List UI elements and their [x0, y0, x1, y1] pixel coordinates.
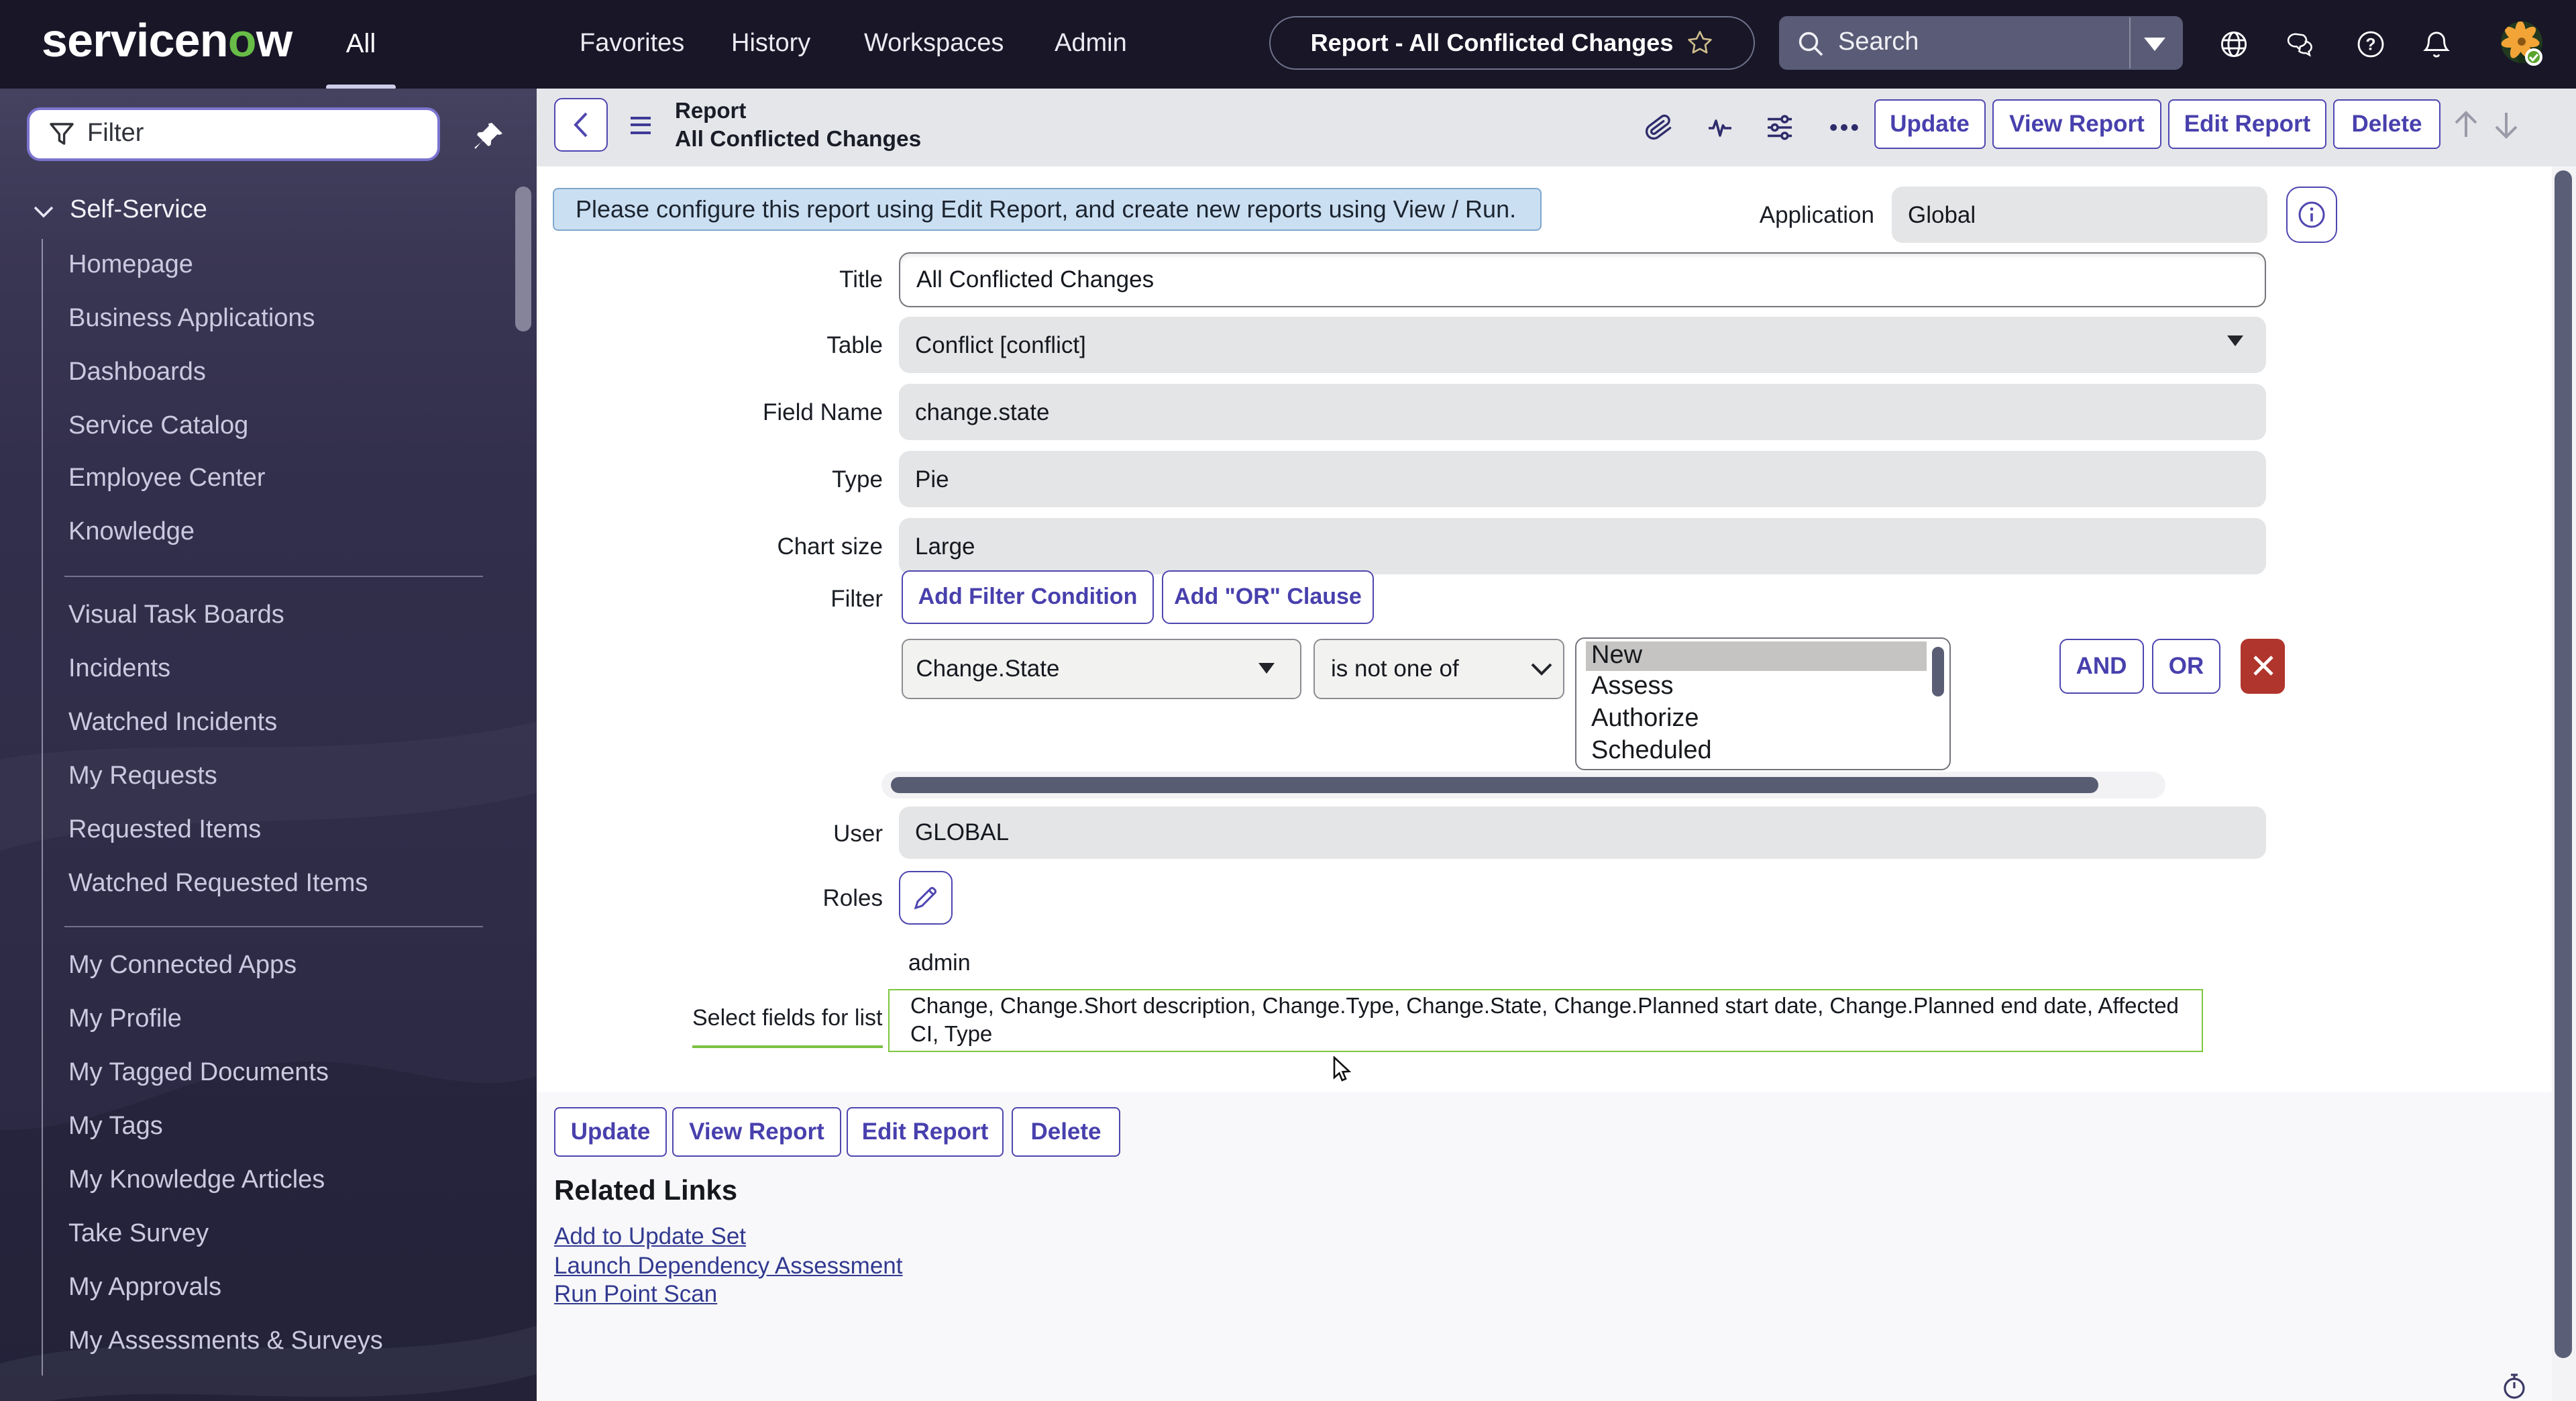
- svg-text:?: ?: [2365, 36, 2375, 54]
